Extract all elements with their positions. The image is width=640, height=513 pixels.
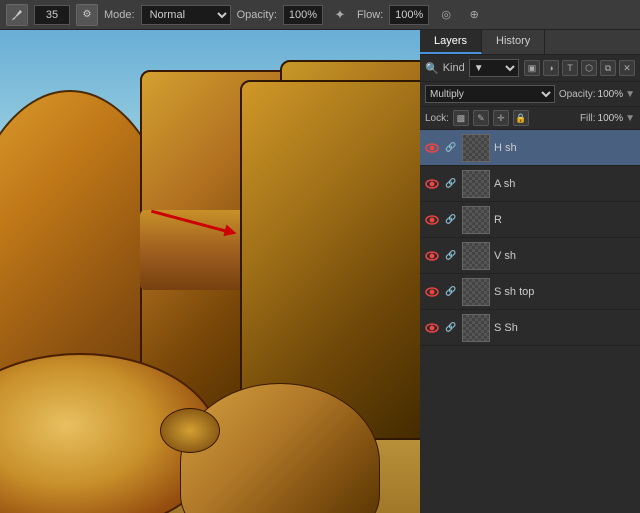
layer-thumbnail	[462, 206, 490, 234]
lock-pixels-icon[interactable]: ✎	[473, 110, 489, 126]
layer-link-icon: 🔗	[444, 321, 458, 335]
mode-label: Mode:	[104, 9, 135, 21]
layers-list: 🔗H sh🔗A sh🔗R🔗V sh🔗S sh top🔗S Sh	[420, 130, 640, 513]
kind-select[interactable]: ▼	[469, 59, 519, 77]
brush-size-input[interactable]: 35	[34, 5, 70, 25]
layer-name: R	[494, 214, 636, 226]
kind-text: Kind	[443, 62, 465, 74]
airbrush-icon[interactable]: ✦	[329, 4, 351, 26]
tablet-pressure-icon[interactable]: ◎	[435, 4, 457, 26]
lock-position-icon[interactable]: ✛	[493, 110, 509, 126]
layer-visibility-icon[interactable]	[424, 212, 440, 228]
lock-row: Lock: ▩ ✎ ✛ 🔒 Fill: 100% ▼	[420, 107, 640, 130]
filter-type-icon[interactable]: T	[562, 60, 578, 76]
layer-visibility-icon[interactable]	[424, 140, 440, 156]
layer-link-icon: 🔗	[444, 213, 458, 227]
layer-name: V sh	[494, 250, 636, 262]
layer-name: A sh	[494, 178, 636, 190]
fill-value: 100%	[598, 113, 624, 124]
layer-thumbnail	[462, 314, 490, 342]
layer-thumbnail	[462, 278, 490, 306]
filter-icons: ▣ ◑ T ⬡ ⧉ ✕	[524, 60, 635, 76]
layer-link-icon: 🔗	[444, 177, 458, 191]
layer-name: S Sh	[494, 322, 636, 334]
layer-visibility-icon[interactable]	[424, 284, 440, 300]
tab-layers[interactable]: Layers	[420, 30, 482, 54]
layer-row[interactable]: 🔗 V sh	[420, 238, 640, 274]
layer-row[interactable]: 🔗 H sh	[420, 130, 640, 166]
layer-row[interactable]: 🔗R	[420, 202, 640, 238]
layer-link-icon: 🔗	[444, 249, 458, 263]
opacity-label: Opacity:	[559, 89, 596, 100]
blend-select[interactable]: Multiply	[425, 85, 555, 103]
layer-thumbnail	[462, 134, 490, 162]
opacity-label: Opacity:	[237, 9, 277, 21]
brush-tool-icon[interactable]	[6, 4, 28, 26]
opacity-value: 100%	[598, 89, 624, 100]
fill-chevron: ▼	[625, 113, 635, 124]
toolbar: 35 ⚙ Mode: Normal Opacity: 100% ✦ Flow: …	[0, 0, 640, 30]
lock-all-icon[interactable]: 🔒	[513, 110, 529, 126]
flow-input[interactable]: 100%	[389, 5, 429, 25]
filter-toggle-icon[interactable]: ✕	[619, 60, 635, 76]
fill-control: Fill: 100% ▼	[580, 113, 635, 124]
opacity-input[interactable]: 100%	[283, 5, 323, 25]
layer-visibility-icon[interactable]	[424, 248, 440, 264]
layer-search-row: 🔍 Kind ▼ ▣ ◑ T ⬡ ⧉ ✕	[420, 55, 640, 82]
lock-label: Lock:	[425, 113, 449, 124]
layer-thumbnail	[462, 242, 490, 270]
filter-pixel-icon[interactable]: ▣	[524, 60, 540, 76]
filter-shape-icon[interactable]: ⬡	[581, 60, 597, 76]
opacity-chevron: ▼	[625, 89, 635, 100]
layer-thumbnail	[462, 170, 490, 198]
kind-label: 🔍	[425, 62, 439, 75]
tab-history[interactable]: History	[482, 30, 545, 54]
flow-box: 100%	[389, 5, 429, 25]
layer-name: H sh	[494, 142, 636, 154]
opacity-control: Opacity: 100% ▼	[559, 89, 635, 100]
layer-link-icon: 🔗	[444, 141, 458, 155]
main-area: Layers History 🔍 Kind ▼ ▣ ◑ T ⬡ ⧉ ✕ Mult…	[0, 30, 640, 513]
filter-smart-icon[interactable]: ⧉	[600, 60, 616, 76]
canvas-area[interactable]	[0, 30, 420, 513]
panel-tabs: Layers History	[420, 30, 640, 55]
filter-adjust-icon[interactable]: ◑	[543, 60, 559, 76]
layer-row[interactable]: 🔗 A sh	[420, 166, 640, 202]
layer-row[interactable]: 🔗 S Sh	[420, 310, 640, 346]
layer-link-icon: 🔗	[444, 285, 458, 299]
fill-label: Fill:	[580, 113, 596, 124]
panels: Layers History 🔍 Kind ▼ ▣ ◑ T ⬡ ⧉ ✕ Mult…	[420, 30, 640, 513]
flow-label: Flow:	[357, 9, 383, 21]
layer-visibility-icon[interactable]	[424, 320, 440, 336]
brush-size-box: 35	[34, 5, 70, 25]
layer-visibility-icon[interactable]	[424, 176, 440, 192]
lock-transparent-icon[interactable]: ▩	[453, 110, 469, 126]
hay-bale-7	[160, 408, 220, 453]
brush-options-icon[interactable]: ⚙	[76, 4, 98, 26]
mode-select[interactable]: Normal	[141, 5, 231, 25]
symmetry-icon[interactable]: ⊕	[463, 4, 485, 26]
layer-row[interactable]: 🔗 S sh top	[420, 274, 640, 310]
blend-mode-row: Multiply Opacity: 100% ▼	[420, 82, 640, 107]
layer-name: S sh top	[494, 286, 636, 298]
opacity-box: 100%	[283, 5, 323, 25]
